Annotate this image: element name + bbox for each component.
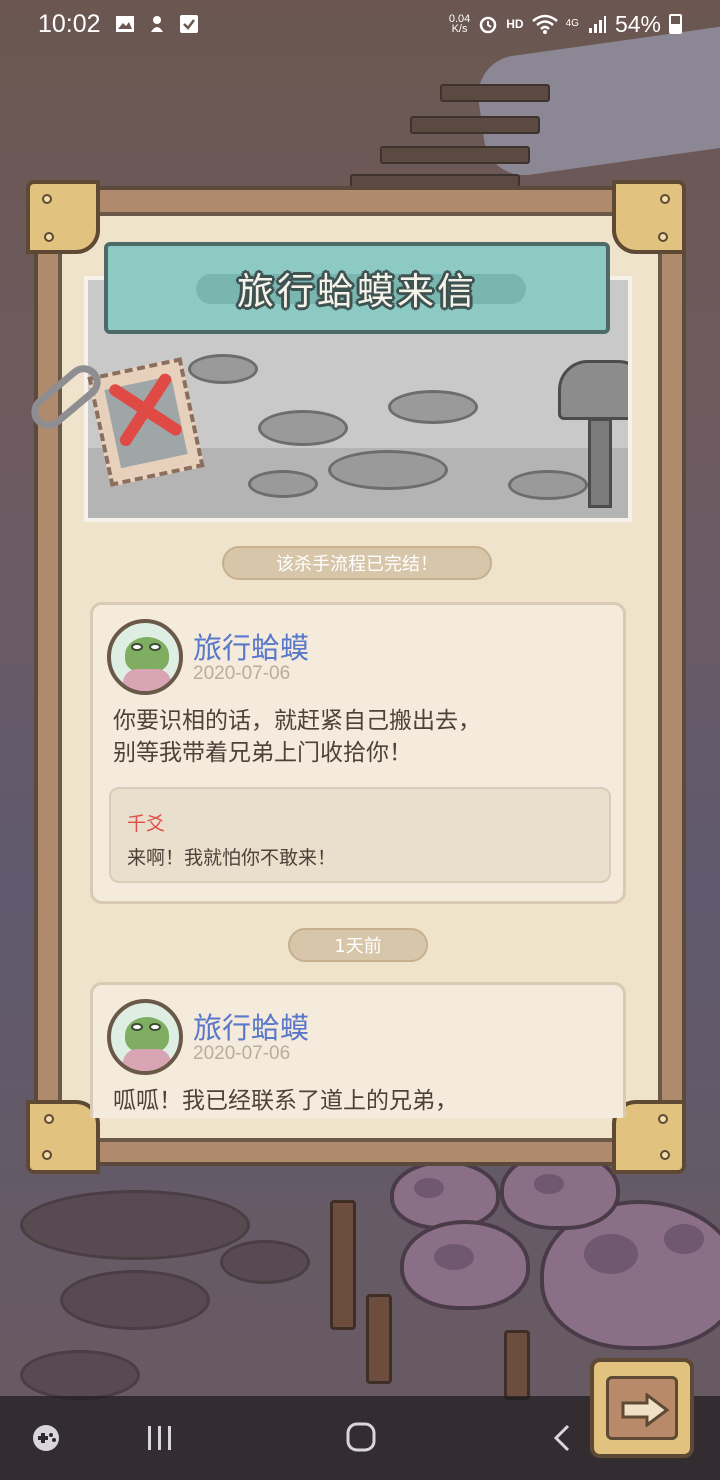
network-type: 4G: [565, 18, 579, 29]
frame-corner-bottom-right: [612, 1100, 686, 1174]
notification-app-icon: [150, 16, 163, 32]
alarm-icon: [480, 16, 497, 34]
checkbox-icon: [179, 15, 198, 33]
battery-icon: [669, 14, 682, 34]
message-text: 你要识相的话，就赶紧自己搬出去， 别等我带着兄弟上门收拾你！: [113, 705, 481, 769]
letter-title-banner: 旅行蛤蟆来信: [104, 242, 610, 334]
reply-sender: 千爻: [127, 813, 166, 835]
back-icon[interactable]: [544, 1420, 584, 1456]
recent-apps-icon[interactable]: [140, 1420, 180, 1456]
sender-name: 旅行蛤蟆: [193, 631, 310, 665]
time-divider: 1天前: [288, 928, 428, 962]
net-speed-unit: K/s: [451, 23, 468, 35]
status-bar: 10:02 0.04 K/s HD 4G 54%: [0, 0, 720, 48]
home-icon[interactable]: [340, 1420, 380, 1456]
battery-percent: 54%: [614, 10, 661, 37]
letter-title: 旅行蛤蟆来信: [237, 270, 477, 313]
game-launcher-icon[interactable]: [28, 1420, 68, 1456]
frame-corner-bottom-left: [26, 1100, 100, 1174]
message-line: 别等我带着兄弟上门收拾你！: [113, 740, 412, 766]
gallery-icon: [115, 16, 134, 32]
frame-corner-top-left: [26, 180, 100, 254]
status-time: 10:02: [38, 9, 101, 38]
next-button[interactable]: [590, 1358, 694, 1458]
frame-corner-top-right: [612, 180, 686, 254]
net-speed: 0.04 K/s: [449, 14, 470, 35]
reply-box: 千爻 来啊！我就怕你不敢来！: [109, 787, 611, 883]
wifi-icon: [531, 14, 558, 34]
arrow-right-icon: [621, 1393, 669, 1427]
mailbox-icon: [558, 360, 628, 420]
hd-indicator: HD: [506, 17, 524, 31]
message-date: 2020-07-06: [193, 663, 291, 684]
reply-text: 来啊！我就怕你不敢来！: [127, 847, 337, 869]
process-complete-notice: 该杀手流程已完结！: [222, 546, 492, 580]
message-line: 你要识相的话，就赶紧自己搬出去，: [113, 708, 481, 734]
toad-avatar[interactable]: [107, 619, 183, 695]
message-card: 旅行蛤蟆 2020-07-06 你要识相的话，就赶紧自己搬出去， 别等我带着兄弟…: [90, 602, 626, 904]
signal-icon: [588, 16, 606, 33]
